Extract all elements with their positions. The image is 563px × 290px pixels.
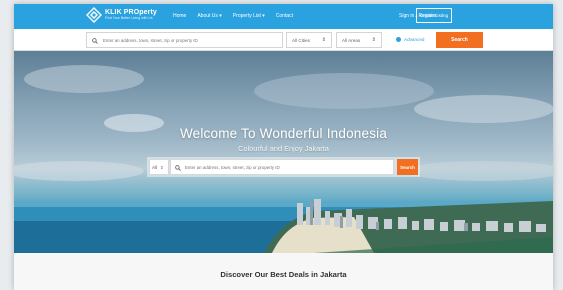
hero-search-field[interactable]	[170, 159, 394, 175]
nav-home[interactable]: Home	[173, 13, 186, 19]
search-field[interactable]	[86, 32, 283, 48]
search-icon	[175, 158, 181, 176]
area-select[interactable]: All Areas ⇕	[336, 32, 382, 48]
search-icon	[92, 31, 98, 49]
logo[interactable]: KLIK PROperty Find Your Better Living wi…	[86, 7, 157, 23]
hero-subtitle: Colourful and Enjoy Jakarta	[238, 144, 329, 153]
nav-contact[interactable]: Contact	[276, 13, 293, 19]
hero-city-select-value: All	[152, 164, 158, 170]
nav-links: Home About Us ▾ Property List ▾ Contact	[173, 13, 304, 19]
city-select[interactable]: All Cities ⇕	[286, 32, 332, 48]
advanced-dot-icon	[396, 37, 401, 42]
city-select-value: All Cities	[292, 37, 310, 43]
search-button[interactable]: Search	[436, 32, 483, 48]
deals-section: Discover Our Best Deals in Jakarta	[14, 253, 553, 290]
nav-about-us[interactable]: About Us ▾	[197, 13, 221, 19]
hero-city-select[interactable]: All ⇕	[149, 159, 169, 175]
hero-search-button[interactable]: Search	[397, 159, 418, 175]
hero-banner: Welcome To Wonderful Indonesia Colourful…	[14, 51, 553, 253]
advanced-toggle[interactable]: Advanced	[396, 37, 424, 42]
logo-icon	[86, 7, 102, 23]
deals-heading: Discover Our Best Deals in Jakarta	[220, 270, 347, 279]
chevron-updown-icon: ⇕	[321, 37, 326, 43]
logo-tagline: Find Your Better Living with Us	[105, 16, 153, 21]
search-bar: All Cities ⇕ All Areas ⇕ Advanced Search	[14, 29, 553, 51]
chevron-updown-icon: ⇕	[160, 164, 164, 170]
logo-title: KLIK PROperty	[105, 9, 157, 17]
search-input[interactable]	[103, 37, 278, 43]
hero-title: Welcome To Wonderful Indonesia	[179, 126, 388, 141]
advanced-label: Advanced	[404, 37, 425, 42]
nav-property-list[interactable]: Property List ▾	[233, 13, 265, 19]
create-listing-button[interactable]: Create Listing	[416, 8, 452, 23]
hero-search-bar: All ⇕ Search	[147, 157, 420, 177]
area-select-value: All Areas	[342, 37, 361, 43]
top-navbar: KLIK PROperty Find Your Better Living wi…	[14, 4, 553, 29]
hero-search-input[interactable]	[185, 164, 390, 170]
browser-page: KLIK PROperty Find Your Better Living wi…	[14, 4, 553, 290]
chevron-updown-icon: ⇕	[371, 37, 376, 43]
